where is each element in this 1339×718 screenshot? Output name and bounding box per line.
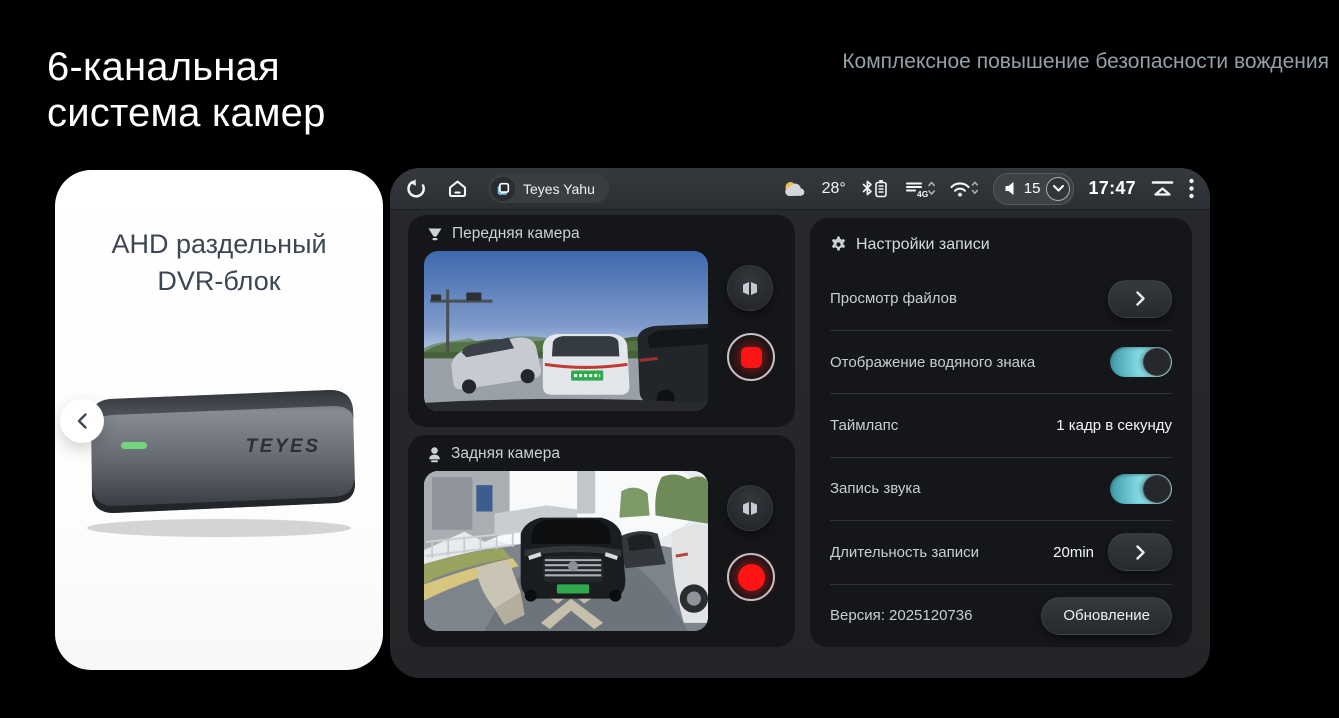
- page-title-line2: система камер: [47, 90, 326, 136]
- collapse-icon: [1150, 179, 1175, 198]
- home-icon: [447, 179, 468, 199]
- recording-settings-card: Настройки записи Просмотр файлов Отображ…: [810, 218, 1192, 647]
- carousel-prev-button[interactable]: [60, 399, 104, 443]
- watermark-toggle[interactable]: [1110, 347, 1172, 377]
- recent-apps-icon: [491, 177, 515, 201]
- update-button[interactable]: Обновление: [1041, 597, 1172, 635]
- settings-header: Настройки записи: [856, 236, 990, 254]
- setting-row-file-browser: Просмотр файлов: [830, 268, 1172, 330]
- setting-label: Таймлапс: [830, 417, 898, 434]
- network-type-label: 4G: [917, 189, 929, 199]
- volume-pill[interactable]: 15: [993, 173, 1075, 205]
- status-bar: Teyes Yahu 28°: [390, 168, 1210, 210]
- chevron-down-icon: [1053, 185, 1064, 192]
- rear-dual-view-button[interactable]: [727, 485, 773, 531]
- cellular-4g-indicator: 4G: [904, 179, 935, 199]
- rear-camera-label: Задняя камера: [451, 445, 560, 463]
- back-button[interactable]: [406, 178, 427, 199]
- kebab-menu-icon: [1189, 178, 1194, 199]
- promo-caption-line2: DVR-блок: [55, 263, 383, 300]
- setting-row-record-duration: Длительность записи 20min: [830, 521, 1172, 583]
- rear-camera-card: Задняя камера: [408, 435, 795, 647]
- front-camera-icon: [426, 226, 444, 242]
- front-camera-feed[interactable]: [424, 251, 708, 411]
- toggle-knob: [1143, 348, 1171, 376]
- temperature-label: 28°: [822, 180, 846, 198]
- front-camera-card: Передняя камера: [408, 215, 795, 427]
- device-brand-label: TEYES: [246, 436, 321, 457]
- chevron-right-icon: [1136, 545, 1145, 560]
- clock: 17:47: [1088, 178, 1136, 199]
- setting-label: Запись звука: [830, 480, 921, 497]
- dvr-device-image: TEYES: [69, 378, 369, 548]
- audio-record-toggle[interactable]: [1110, 474, 1172, 504]
- setting-label: Просмотр файлов: [830, 290, 957, 307]
- front-camera-label: Передняя камера: [452, 225, 580, 243]
- record-duration-value: 20min: [1053, 544, 1094, 561]
- setting-label: Длительность записи: [830, 544, 979, 561]
- page-title-line1: 6-канальная: [47, 44, 326, 90]
- dual-view-icon: [740, 280, 760, 297]
- bluetooth-battery-indicator: [860, 178, 890, 199]
- wifi-indicator: [949, 179, 979, 198]
- running-app-pill[interactable]: Teyes Yahu: [488, 174, 609, 203]
- page: 6-канальная система камер Комплексное по…: [0, 0, 1339, 718]
- overflow-menu-button[interactable]: [1189, 178, 1194, 199]
- timelapse-value: 1 кадр в секунду: [1056, 417, 1172, 434]
- promo-card: AHD раздельный DVR-блок TEYES: [55, 170, 383, 670]
- volume-expand-button[interactable]: [1046, 177, 1070, 201]
- running-app-name: Teyes Yahu: [523, 181, 595, 197]
- chevron-right-icon: [1136, 291, 1145, 306]
- record-duration-open-button[interactable]: [1108, 533, 1172, 571]
- page-title: 6-канальная система камер: [47, 44, 326, 136]
- setting-label: Отображение водяного знака: [830, 354, 1035, 371]
- promo-caption: AHD раздельный DVR-блок: [55, 226, 383, 300]
- bluetooth-icon: [863, 182, 871, 195]
- setting-row-version: Версия: 2025120736 Обновление: [830, 585, 1172, 647]
- volume-level: 15: [1024, 180, 1041, 197]
- collapse-panel-button[interactable]: [1150, 179, 1175, 198]
- file-browser-open-button[interactable]: [1108, 280, 1172, 318]
- dual-view-icon: [740, 500, 760, 517]
- rear-record-button[interactable]: [727, 553, 775, 601]
- front-record-button[interactable]: [727, 333, 775, 381]
- device-led: [121, 442, 147, 449]
- head-unit-screen: Teyes Yahu 28°: [390, 168, 1210, 678]
- record-stop-icon: [741, 347, 762, 368]
- back-icon: [406, 178, 427, 199]
- chevron-left-icon: [75, 412, 89, 430]
- weather-icon: [782, 179, 808, 198]
- toggle-knob: [1143, 475, 1171, 503]
- page-subtitle: Комплексное повышение безопасности вожде…: [842, 50, 1329, 74]
- front-dual-view-button[interactable]: [727, 265, 773, 311]
- rear-camera-feed[interactable]: [424, 471, 708, 631]
- firmware-version-label: Версия: 2025120736: [830, 607, 972, 624]
- gear-icon: [830, 236, 847, 253]
- setting-row-timelapse[interactable]: Таймлапс 1 кадр в секунду: [830, 394, 1172, 456]
- record-start-icon: [738, 564, 765, 591]
- promo-caption-line1: AHD раздельный: [55, 226, 383, 263]
- speaker-icon: [1004, 181, 1018, 196]
- rear-camera-icon: [426, 446, 443, 463]
- setting-row-watermark: Отображение водяного знака: [830, 331, 1172, 393]
- home-button[interactable]: [447, 179, 468, 199]
- setting-row-audio-record: Запись звука: [830, 458, 1172, 520]
